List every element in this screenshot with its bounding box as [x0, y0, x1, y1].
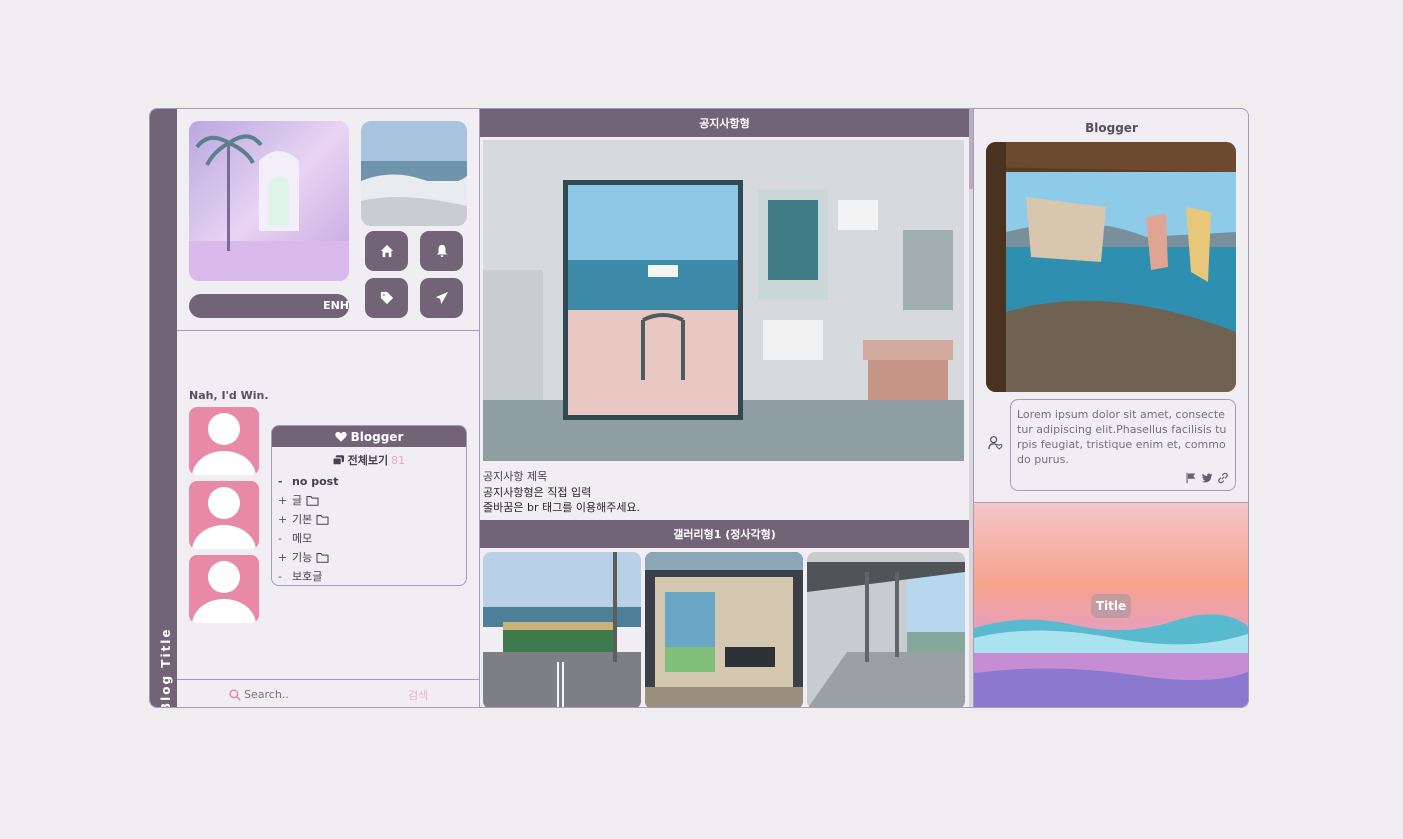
- category-item[interactable]: - no post: [278, 472, 466, 491]
- notification-button[interactable]: [420, 231, 463, 271]
- flag-icon[interactable]: [1185, 472, 1197, 484]
- enh-label: ENH: [323, 299, 349, 312]
- nickname: Nah, I'd Win.: [189, 389, 269, 402]
- notice-line-1: 공지사항형은 직접 입력: [483, 486, 592, 499]
- tag-icon: [380, 291, 393, 305]
- category-item-prefix: +: [278, 513, 288, 526]
- folder-icon: [306, 496, 319, 506]
- tag-button[interactable]: [365, 278, 408, 318]
- blog-title[interactable]: Blog Title: [159, 592, 173, 707]
- category-item-prefix: -: [278, 532, 282, 545]
- home-icon: [380, 244, 393, 258]
- home-button[interactable]: [365, 231, 408, 271]
- search-icon: [229, 688, 241, 701]
- category-item-label: 메모: [292, 532, 313, 545]
- avatar[interactable]: [189, 481, 259, 549]
- category-item-label: 기능: [292, 551, 313, 564]
- profile-image-beach: [361, 121, 467, 226]
- search-input[interactable]: [244, 688, 354, 701]
- category-item-label: no post: [292, 475, 339, 488]
- category-all-link[interactable]: 전체보기 81: [272, 452, 466, 468]
- category-item-label: 보호글: [292, 570, 323, 583]
- notice-header: 공지사항형: [480, 109, 969, 137]
- avatar[interactable]: [189, 555, 259, 623]
- copy-icon: [332, 455, 344, 466]
- category-item-label: 글: [292, 494, 303, 507]
- notice-line-2: 줄바꿈은 br 태그를 이용해주세요.: [483, 501, 641, 514]
- category-item[interactable]: - 보호글: [278, 567, 466, 585]
- notice-title[interactable]: 공지사항 제목: [483, 468, 547, 484]
- category-item[interactable]: - 메모: [278, 529, 466, 548]
- notice-image[interactable]: [483, 140, 964, 461]
- right-column: Blogger Lorem ipsum dolor sit amet, cons…: [973, 109, 1248, 707]
- paper-plane-icon: [435, 291, 448, 305]
- category-item-prefix: +: [278, 551, 288, 564]
- search-button[interactable]: 검색: [408, 687, 428, 703]
- bio-box: Lorem ipsum dolor sit amet, consectetur …: [1010, 399, 1236, 491]
- gallery-image-train[interactable]: [483, 552, 641, 707]
- link-icon[interactable]: [1217, 472, 1229, 484]
- twitter-icon[interactable]: [1201, 472, 1213, 484]
- category-item-prefix: -: [278, 570, 282, 583]
- profile-image-corridor: [189, 121, 349, 281]
- category-item-prefix: -: [278, 475, 283, 488]
- category-item[interactable]: + 기본: [278, 510, 466, 529]
- category-item-prefix: +: [278, 494, 288, 507]
- category-all-label: 전체보기: [347, 454, 389, 467]
- blogger-profile-image: [986, 142, 1236, 392]
- gallery-image-station[interactable]: [645, 552, 803, 707]
- blog-skin-frame: Blog Title ENH Nah, I'd Win. Blogger 전체보…: [149, 108, 1249, 708]
- search-bar: 검색: [177, 679, 479, 707]
- right-blog-title: Blogger: [1085, 121, 1138, 135]
- category-list: - no post + 글 + 기본 - 메모 + 기능 - 보호글: [272, 472, 466, 585]
- folder-icon: [316, 553, 329, 563]
- category-all-count: 81: [391, 454, 406, 467]
- notice-body: 공지사항형은 직접 입력 줄바꿈은 br 태그를 이용해주세요.: [483, 485, 640, 515]
- heart-icon: [334, 431, 347, 442]
- gallery-image-corridor[interactable]: [807, 552, 965, 707]
- image-title-badge[interactable]: Title: [1091, 594, 1131, 618]
- social-links: [1185, 472, 1229, 484]
- category-box: Blogger 전체보기 81 - no post + 글 + 기본 - 메모 + 기능 - 보호글: [271, 425, 467, 586]
- enh-marquee: ENH: [189, 294, 349, 318]
- category-header-label: Blogger: [350, 429, 404, 444]
- bio-text: Lorem ipsum dolor sit amet, consectetur …: [1017, 408, 1227, 466]
- category-item[interactable]: + 글: [278, 491, 466, 510]
- main-column: 공지사항형 공지사항 제목 공지사항형은 직접 입력 줄바꿈은 br 태그를 이…: [480, 109, 973, 707]
- avatar[interactable]: [189, 407, 259, 475]
- category-item[interactable]: + 기능: [278, 548, 466, 567]
- blog-title-strip: Blog Title: [150, 109, 177, 707]
- left-divider: [177, 330, 479, 331]
- left-column: ENH Nah, I'd Win. Blogger 전체보기 81 - no pos…: [177, 109, 480, 707]
- category-item-label: 기본: [292, 513, 313, 526]
- bell-icon: [436, 244, 447, 258]
- gallery-header: 갤러리형1 (정사각형): [480, 520, 969, 548]
- guestbook-button[interactable]: [420, 278, 463, 318]
- user-heart-icon: [988, 436, 1003, 450]
- folder-icon: [316, 515, 329, 525]
- category-header: Blogger: [272, 426, 466, 447]
